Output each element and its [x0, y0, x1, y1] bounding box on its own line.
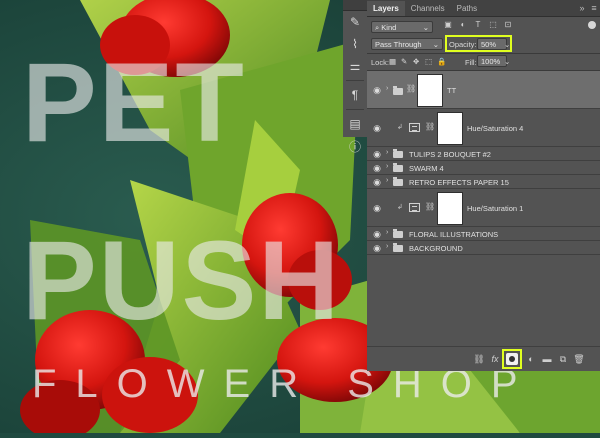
info-icon[interactable]: ⓘ	[343, 135, 367, 157]
folder-icon	[393, 163, 403, 172]
layer-row[interactable]: ◉ › TULIPS 2 BOUQUET #2	[367, 147, 600, 161]
visibility-eye-icon[interactable]: ◉	[371, 177, 383, 188]
blend-mode-label: Pass Through	[375, 40, 422, 49]
layer-comps-icon[interactable]: ▤	[343, 113, 367, 135]
filter-row: ⌕ Kind ⌄ ▣ ◐ T ⬚ ⊡	[367, 19, 600, 35]
chain-link-icon[interactable]: ⛓	[425, 202, 435, 211]
layer-mask-thumbnail[interactable]	[437, 112, 463, 145]
expand-arrow-icon[interactable]: ›	[386, 163, 388, 170]
visibility-eye-icon[interactable]: ◉	[371, 149, 383, 160]
clipping-arrow-icon: ↲	[397, 124, 403, 131]
lock-image-icon[interactable]: ✎	[401, 57, 407, 66]
layer-row[interactable]: ◉ › ⛓ TT	[367, 71, 600, 109]
layer-row[interactable]: ◉ › FLORAL ILLUSTRATIONS	[367, 227, 600, 241]
layer-name: TT	[447, 86, 457, 95]
new-group-icon[interactable]: ▬	[541, 353, 553, 365]
artwork-title-line2: PUSH	[22, 218, 342, 343]
paragraph-icon[interactable]: ¶	[343, 84, 367, 106]
artwork-title-line1: PET	[22, 40, 246, 165]
expand-arrow-icon[interactable]: ›	[386, 177, 388, 184]
filter-kind-select[interactable]: ⌕ Kind ⌄	[371, 21, 433, 33]
filter-toggle[interactable]	[588, 21, 596, 29]
layer-name: Hue/Saturation 4	[467, 124, 524, 133]
layer-mask-thumbnail[interactable]	[437, 192, 463, 225]
panel-dock-strip: ✎ ⌇ ⚌ ¶ ▤ ⓘ	[343, 0, 368, 154]
chevron-down-icon: ⌄	[422, 23, 429, 32]
visibility-eye-icon[interactable]: ◉	[371, 243, 383, 254]
adjust-icon[interactable]: ⚌	[343, 55, 367, 77]
layer-row[interactable]: ◉ › BACKGROUND	[367, 241, 600, 255]
pixel-filter-icon[interactable]: ▣	[443, 20, 453, 30]
visibility-eye-icon[interactable]: ◉	[371, 85, 383, 96]
layer-row[interactable]: ◉ › RETRO EFFECTS PAPER 15	[367, 175, 600, 189]
lock-transparent-icon[interactable]: ▦	[389, 57, 396, 66]
lock-artboard-icon[interactable]: ⬚	[425, 57, 432, 66]
lock-label: Lock:	[371, 58, 389, 67]
dock-divider	[346, 109, 364, 110]
visibility-eye-icon[interactable]: ◉	[371, 203, 383, 214]
link-icon[interactable]: ⛓	[473, 353, 485, 365]
panel-menu-icon[interactable]: ≡	[588, 1, 600, 16]
tab-paths[interactable]: Paths	[451, 1, 483, 16]
hue-saturation-icon	[409, 203, 420, 212]
layer-row[interactable]: ◉ ↲ ⛓ Hue/Saturation 1	[367, 189, 600, 227]
layer-row[interactable]: ◉ ↲ ⛓ Hue/Saturation 4	[367, 109, 600, 147]
paths-sym-icon[interactable]: ✎	[343, 11, 367, 33]
opacity-highlight	[445, 35, 512, 52]
fill-label: Fill:	[465, 58, 477, 67]
clipping-arrow-icon: ↲	[397, 204, 403, 211]
smart-object-filter-icon[interactable]: ⊡	[503, 20, 513, 30]
expand-arrow-icon[interactable]: ›	[386, 149, 388, 156]
trash-icon[interactable]: 🗑	[573, 353, 585, 365]
lock-position-icon[interactable]: ✥	[413, 57, 419, 66]
fill-value: 100%	[481, 57, 501, 66]
filter-kind-label: Kind	[381, 23, 397, 32]
panel-tabs: Layers Channels Paths » ≡	[367, 0, 600, 17]
chevron-down-icon: ⌄	[432, 40, 439, 49]
brush-settings-icon[interactable]: ⌇	[343, 33, 367, 55]
adjustment-filter-icon[interactable]: ◐	[458, 20, 468, 30]
shape-filter-icon[interactable]: ⬚	[488, 20, 498, 30]
folder-icon	[393, 229, 403, 238]
adjustment-layer-icon[interactable]: ◐	[525, 353, 537, 365]
layer-name: TULIPS 2 BOUQUET #2	[409, 150, 491, 159]
folder-icon	[393, 243, 403, 252]
layer-name: FLORAL ILLUSTRATIONS	[409, 230, 499, 239]
lock-all-icon[interactable]: 🔒	[437, 57, 446, 66]
folder-icon	[393, 86, 403, 95]
layer-name: Hue/Saturation 1	[467, 204, 524, 213]
fill-field[interactable]: 100%	[477, 55, 507, 67]
folder-icon	[393, 177, 403, 186]
visibility-eye-icon[interactable]: ◉	[371, 163, 383, 174]
layer-row[interactable]: ◉ › SWARM 4	[367, 161, 600, 175]
layer-name: BACKGROUND	[409, 244, 463, 253]
panel-divider	[367, 53, 600, 54]
expand-arrow-icon[interactable]: ›	[386, 243, 388, 250]
tab-channels[interactable]: Channels	[405, 1, 451, 16]
type-filter-icon[interactable]: T	[473, 20, 483, 30]
fx-icon[interactable]: fx	[489, 353, 501, 365]
new-layer-icon[interactable]: ⧉	[557, 353, 569, 365]
visibility-eye-icon[interactable]: ◉	[371, 229, 383, 240]
layer-name: SWARM 4	[409, 164, 444, 173]
layers-panel: Layers Channels Paths » ≡ ⌕ Kind ⌄ ▣ ◐ T …	[367, 0, 600, 371]
dock-grip[interactable]	[343, 0, 367, 11]
layer-mask-thumbnail[interactable]	[417, 74, 443, 107]
add-mask-highlight	[502, 349, 522, 369]
folder-icon	[393, 149, 403, 158]
tab-layers[interactable]: Layers	[367, 1, 405, 16]
layers-footer: ⛓ fx ◐ ▬ ⧉ 🗑	[367, 346, 600, 371]
collapse-icon[interactable]: »	[576, 1, 588, 16]
expand-arrow-icon[interactable]: ›	[386, 229, 388, 236]
fill-dropdown-icon[interactable]: ⌄	[504, 57, 510, 66]
dock-divider	[346, 80, 364, 81]
blend-mode-select[interactable]: Pass Through ⌄	[371, 38, 443, 50]
visibility-eye-icon[interactable]: ◉	[371, 123, 383, 134]
hue-saturation-icon	[409, 123, 420, 132]
chain-link-icon[interactable]: ⛓	[425, 122, 435, 131]
expand-arrow-icon[interactable]: ›	[386, 85, 388, 92]
layer-name: RETRO EFFECTS PAPER 15	[409, 178, 509, 187]
chain-link-icon[interactable]: ⛓	[406, 84, 416, 93]
